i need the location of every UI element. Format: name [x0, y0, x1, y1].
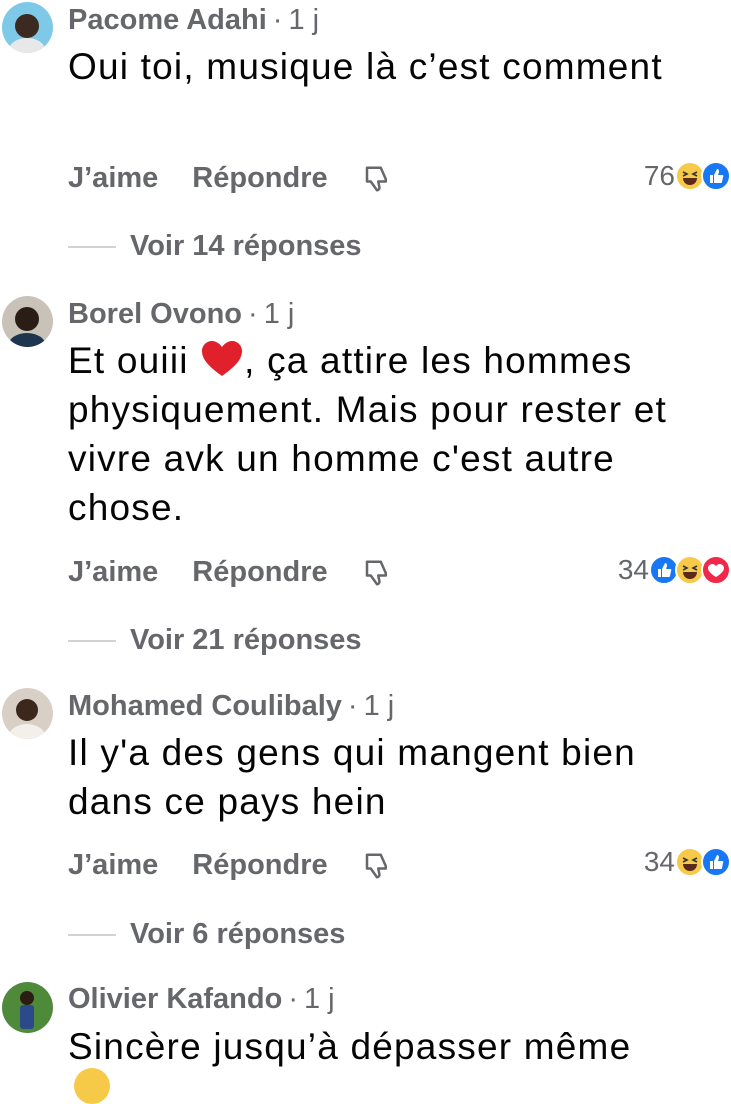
avatar[interactable] [2, 2, 53, 53]
reaction-summary[interactable]: 34 [618, 554, 731, 586]
avatar[interactable] [2, 982, 53, 1033]
like-icon [701, 847, 731, 877]
reaction-count: 34 [643, 846, 675, 877]
comment-actions: J’aime Répondre [68, 162, 392, 195]
view-replies-link[interactable]: Voir 6 réponses [68, 918, 345, 951]
timestamp[interactable]: 1 j [304, 983, 335, 1015]
reply-button[interactable]: Répondre [192, 849, 327, 882]
author-name[interactable]: Pacome Adahi [68, 4, 267, 36]
comment-text: Il y'a des gens qui mangent bien dans ce… [68, 732, 636, 822]
love-icon [701, 555, 731, 585]
timestamp[interactable]: 1 j [364, 690, 395, 722]
author-name[interactable]: Mohamed Coulibaly [68, 690, 342, 722]
view-replies-link[interactable]: Voir 14 réponses [68, 230, 362, 263]
comment-text: Sincère jusqu’à dépasser même [68, 1026, 632, 1067]
thumbs-down-icon[interactable] [362, 851, 392, 881]
avatar[interactable] [2, 688, 53, 739]
timestamp[interactable]: 1 j [264, 298, 295, 330]
separator-dot: · [288, 983, 298, 1015]
emoji-partial-icon [74, 1068, 110, 1104]
separator-dot: · [248, 298, 258, 330]
author-name[interactable]: Olivier Kafando [68, 983, 282, 1015]
comment-text: Et ouiii , ça attire les hommes physique… [68, 336, 723, 532]
comment-header: Mohamed Coulibaly · 1 j [68, 690, 394, 723]
reaction-summary[interactable]: 76 [644, 160, 731, 192]
view-replies-label: Voir 14 réponses [130, 230, 362, 262]
comment-text: Oui toi, musique là c’est comment [68, 46, 663, 87]
comment-actions: J’aime Répondre [68, 849, 392, 882]
view-replies-link[interactable]: Voir 21 réponses [68, 624, 362, 657]
reply-button[interactable]: Répondre [192, 162, 327, 195]
reply-thread-line [68, 933, 116, 936]
separator-dot: · [272, 4, 283, 36]
like-button[interactable]: J’aime [68, 162, 158, 195]
comment-header: Pacome Adahi · 1 j [68, 4, 319, 37]
reply-thread-line [68, 639, 116, 642]
comment-actions: J’aime Répondre [68, 556, 392, 589]
thumbs-down-icon[interactable] [362, 164, 392, 194]
thumbs-down-icon[interactable] [362, 558, 392, 588]
reaction-count: 34 [617, 554, 649, 585]
author-name[interactable]: Borel Ovono [68, 298, 242, 330]
timestamp[interactable]: 1 j [288, 4, 319, 36]
separator-dot: · [347, 690, 358, 722]
like-button[interactable]: J’aime [68, 556, 158, 589]
reaction-summary[interactable]: 34 [644, 846, 731, 878]
comment-header: Olivier Kafando · 1 j [68, 983, 335, 1016]
view-replies-label: Voir 21 réponses [130, 624, 362, 656]
comment-header: Borel Ovono · 1 j [68, 298, 294, 331]
view-replies-label: Voir 6 réponses [130, 918, 346, 950]
reaction-count: 76 [643, 160, 675, 191]
heart-emoji-icon [200, 339, 244, 379]
avatar[interactable] [2, 296, 53, 347]
like-button[interactable]: J’aime [68, 849, 158, 882]
reply-button[interactable]: Répondre [192, 556, 327, 589]
comment-text-start: Et ouiii [68, 340, 189, 381]
like-icon [701, 161, 731, 191]
reply-thread-line [68, 245, 116, 248]
